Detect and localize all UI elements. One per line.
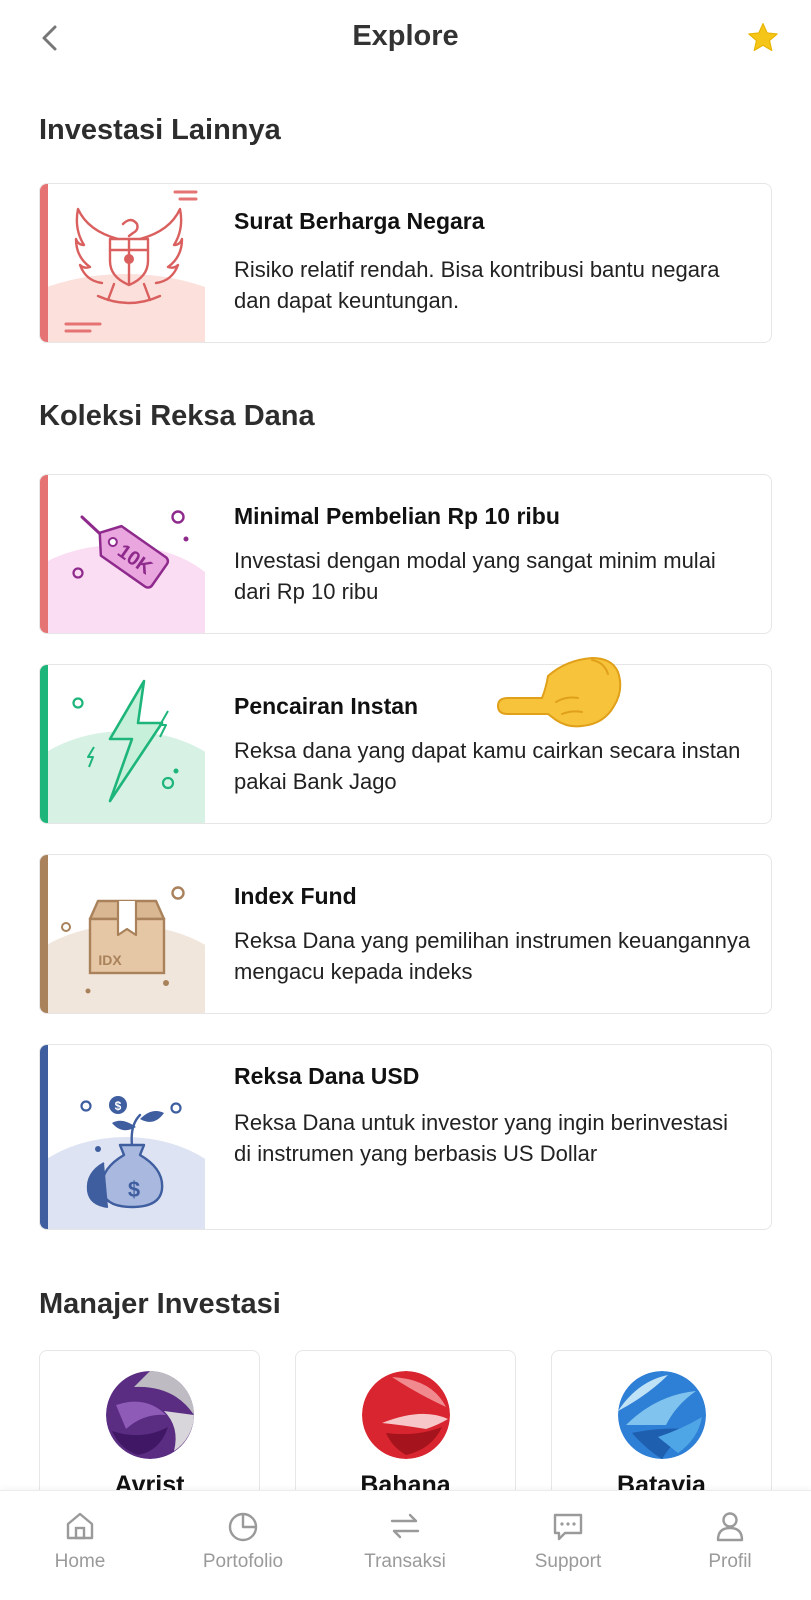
section-title-investasi-lainnya: Investasi Lainnya [39,114,281,146]
box-icon: IDX [48,855,205,1013]
card-pencairan-instan[interactable]: Pencairan Instan Reksa dana yang dapat k… [39,664,772,824]
card-description: Risiko relatif rendah. Bisa kontribusi b… [234,257,720,313]
card-title: Index Fund [234,883,357,909]
section-title-koleksi-reksa-dana: Koleksi Reksa Dana [39,400,315,432]
nav-label: Profil [708,1551,752,1572]
top-bar: Explore [0,0,811,80]
page-title: Explore [352,20,459,52]
nav-label: Support [534,1551,602,1572]
card-accent [40,1045,48,1229]
money-bag-icon: $ $ [48,1045,205,1229]
home-icon [66,1512,94,1540]
price-tag-icon: 10K [48,475,205,633]
card-accent [40,665,48,823]
transfer-arrows-icon [390,1513,420,1539]
nav-label: Home [54,1551,106,1572]
card-accent [40,475,48,633]
nav-label: Portofolio [202,1551,284,1572]
bottom-navigation: Home Portofolio Transaksi Support Profil [0,1490,811,1600]
card-description: Reksa Dana yang pemilihan instrumen keua… [234,928,751,984]
batavia-logo [618,1371,706,1459]
user-icon [716,1512,744,1542]
lightning-icon [48,665,205,823]
nav-label: Transaksi [364,1551,446,1572]
manager-card-batavia[interactable]: Batavia [551,1350,772,1510]
money-bag-symbol: $ [128,1177,140,1202]
card-title: Surat Berharga Negara [234,208,485,234]
nav-item-support[interactable]: Support [508,1509,628,1573]
card-title: Minimal Pembelian Rp 10 ribu [234,503,560,529]
card-title: Reksa Dana USD [234,1063,420,1089]
card-reksa-dana-usd[interactable]: $ $ Reksa Dana USD Reksa Dana untuk inve… [39,1044,772,1230]
card-accent [40,855,48,1013]
nav-item-portofolio[interactable]: Portofolio [183,1509,303,1573]
card-description: Reksa Dana untuk investor yang ingin ber… [234,1110,729,1166]
pie-chart-icon [228,1512,258,1542]
manager-card-bahana[interactable]: Bahana [295,1350,516,1510]
section-title-manajer-investasi: Manajer Investasi [39,1288,281,1320]
nav-item-home[interactable]: Home [20,1509,140,1573]
nav-item-transaksi[interactable]: Transaksi [345,1509,465,1573]
card-description: Reksa dana yang dapat kamu cairkan secar… [234,738,741,794]
manager-card-avrist[interactable]: Avrist [39,1350,260,1510]
card-accent [40,184,48,342]
star-icon [748,22,778,52]
chat-bubble-icon [553,1513,583,1541]
pointing-hand-icon [496,656,622,728]
coin-symbol: $ [115,1099,122,1113]
card-minimal-pembelian[interactable]: 10K Minimal Pembelian Rp 10 ribu Investa… [39,474,772,634]
card-surat-berharga-negara[interactable]: Surat Berharga Negara Risiko relatif ren… [39,183,772,343]
box-label: IDX [98,952,122,968]
nav-item-profil[interactable]: Profil [670,1509,790,1573]
bahana-logo [362,1371,450,1459]
garuda-icon [48,184,205,342]
avrist-logo [106,1371,194,1459]
card-title: Pencairan Instan [234,693,419,719]
card-description: Investasi dengan modal yang sangat minim… [234,548,716,604]
favorite-button[interactable] [743,18,783,58]
card-index-fund[interactable]: IDX Index Fund Reksa Dana yang pemilihan… [39,854,772,1014]
